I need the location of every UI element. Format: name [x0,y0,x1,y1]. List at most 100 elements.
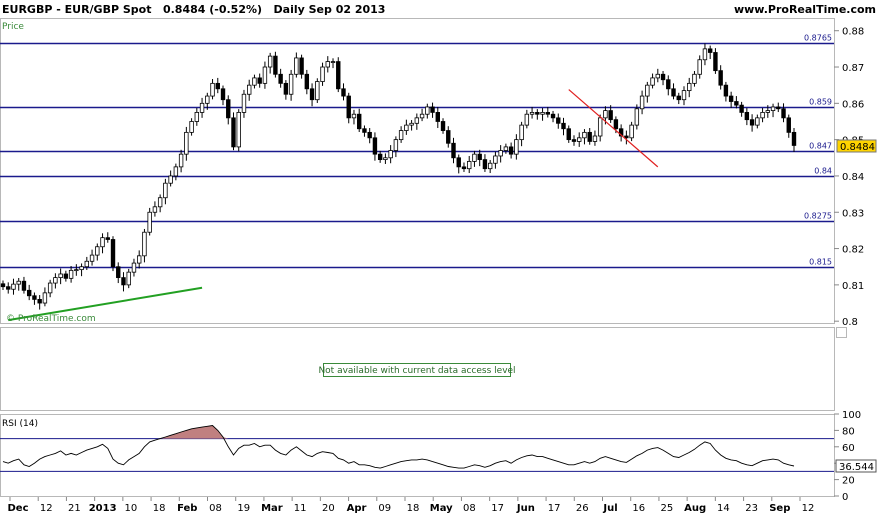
x-tick-label: Mar [261,503,283,514]
candle-body [425,106,430,115]
candle-body [205,95,210,104]
price-panel-label: Price [2,22,24,32]
candle-body [739,104,744,113]
candle-body [713,52,718,72]
candle-body [89,254,95,262]
rsi-panel-label: RSI (14) [2,419,38,429]
candle-body [184,131,189,155]
price-tick-label: 0.83 [842,208,864,219]
x-tick-label: 18 [153,503,166,514]
trend-lines [8,89,659,322]
candle-body [514,139,519,155]
rsi-tick-label: 60 [842,443,855,454]
candle-body [477,153,482,161]
candle-body [267,55,273,68]
candle-body [173,166,179,177]
candle-body [770,106,776,111]
candle-body [210,82,215,97]
not-available-message: Not available with current data access l… [318,366,515,376]
candle-body [194,112,200,122]
candle-body [299,57,304,75]
collapse-panel-icon[interactable] [836,327,847,338]
candle-body [241,93,247,113]
candle-body [6,286,11,290]
x-tick-label: 25 [661,503,674,514]
candle-body [487,162,493,170]
x-tick-label: 11 [294,503,307,514]
rsi-tick-label: 20 [842,476,855,487]
candle-body [608,110,613,121]
candle-body [100,237,105,248]
candle-body [571,139,577,142]
candle-body [383,157,388,161]
candle-body [283,82,289,95]
x-tick-label: Apr [347,503,367,514]
candle-body [660,73,666,81]
x-tick-label: Dec [7,503,28,514]
candle-body [498,150,503,157]
candle-body [346,95,351,119]
x-tick-label: 26 [576,503,589,514]
candle-body [362,128,367,133]
candle-body [84,260,90,268]
candle-body [215,82,220,90]
level-label: 0.8275 [804,212,832,221]
candle-body [336,61,341,90]
price-y-axis: 0.880.870.860.850.840.830.820.810.8 [834,27,864,328]
x-tick-label: 17 [491,503,504,514]
candle-body [718,70,723,86]
candle-body [32,295,37,300]
candle-body [697,59,702,75]
candle-body [409,122,414,126]
candle-body [325,61,330,68]
trend-line [568,89,659,168]
candle-body [121,277,126,286]
candle-body [189,121,194,133]
x-tick-label: May [430,503,453,514]
level-label: 0.859 [809,98,832,107]
candle-body [687,82,692,92]
candle-body [288,73,294,95]
candle-body [199,102,205,113]
x-tick-label: 17 [548,503,561,514]
candle-body [540,112,545,115]
candle-body [147,211,152,233]
price-tick-label: 0.87 [842,63,864,74]
rsi-tick-label: 80 [842,426,855,437]
candle-body [294,57,299,75]
candle-body [142,231,147,257]
candle-body [273,55,278,75]
candle-body [231,117,236,148]
candle-body [529,112,535,115]
level-label: 0.847 [809,142,832,151]
rsi-tick-label: 0 [842,492,848,503]
price-tick-label: 0.88 [842,27,864,38]
candle-body [650,77,655,86]
candle-body [247,84,252,95]
candle-body [388,150,393,159]
rsi-tick-label: 100 [842,410,861,421]
candle-body [776,106,781,110]
candle-body [42,292,48,304]
candle-body [372,137,378,155]
candle-body [456,157,461,168]
candle-body [566,128,571,141]
candle-body [577,137,582,142]
candle-body [367,131,372,139]
candle-body [110,239,116,268]
level-label: 0.815 [809,258,832,267]
candle-body [430,106,435,113]
candle-body [765,110,771,113]
candle-body [404,124,409,131]
candle-body [21,280,27,291]
current-price-label: 0.8484 [840,142,875,153]
candle-body [451,142,456,159]
candle-body [11,283,16,290]
candle-body [734,101,739,106]
candle-body [519,124,524,141]
candle-body [278,73,283,84]
candle-body [671,88,676,97]
candle-body [472,153,477,162]
candle-body [157,197,163,208]
horizontal-levels: 0.8765 0.859 0.847 0.84 0.8275 0.815 [0,34,834,269]
